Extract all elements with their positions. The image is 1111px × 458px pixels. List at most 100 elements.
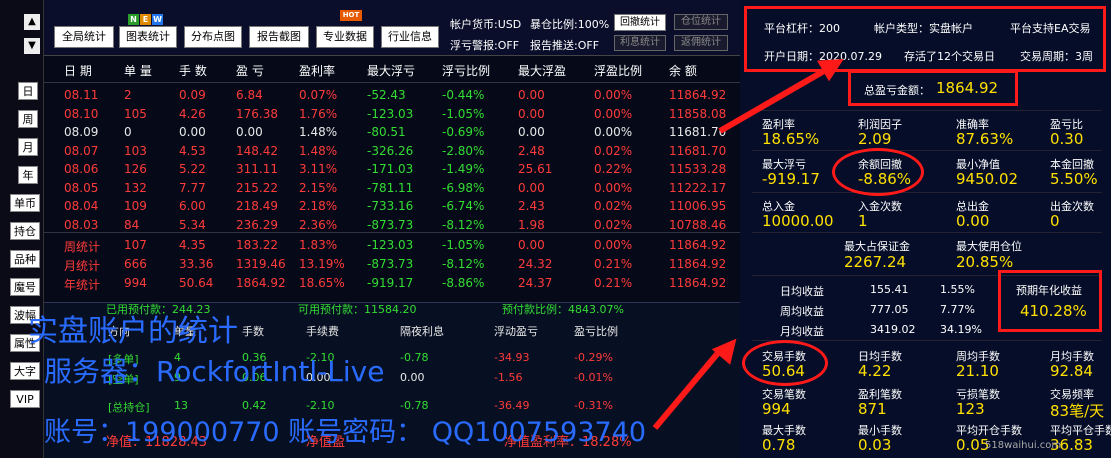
metric-value: 994 (762, 400, 791, 418)
table-cell: -2.80% (442, 143, 485, 158)
side-btn-single-currency[interactable]: 单币 (10, 194, 40, 212)
side-btn-month[interactable]: 月 (18, 138, 38, 156)
income-pct: 1.55% (940, 283, 975, 296)
table-cell: 0.00% (594, 88, 633, 102)
metric-value: 87.63% (956, 130, 1014, 148)
positions-column-header: 隔夜利息 (400, 325, 444, 338)
table-cell: 1.48% (299, 143, 338, 158)
side-btn-vip[interactable]: VIP (10, 390, 40, 408)
table-cell: 84 (124, 217, 140, 232)
side-btn-large-font[interactable]: 大字 (10, 362, 40, 380)
global-stats-button[interactable]: 全局统计 (54, 26, 114, 48)
table-row[interactable]: 08.07 103 4.53 148.42 1.48% -326.26 -2.80% 2.48… (44, 142, 740, 161)
table-cell: 0.00% (594, 125, 633, 139)
table-cell: 126 (124, 162, 147, 176)
table-cell: 0 (124, 125, 132, 139)
divider (752, 192, 1102, 193)
table-cell: 25.61 (518, 162, 553, 176)
table-cell: 0.00 (518, 88, 545, 102)
table-cell: 6.00 (179, 199, 206, 213)
metric-value: 18.65% (762, 130, 820, 148)
table-row[interactable]: 08.09 0 0.00 0.00 1.48% -80.51 -0.69% 0.00 0.00%… (44, 123, 740, 142)
metric-value: 4.22 (858, 362, 892, 380)
table-cell: 0.09 (179, 88, 206, 102)
table-cell: 11681.70 (669, 125, 727, 139)
stats-row[interactable]: 周统计 107 4.35 183.22 1.83% -123.03 -1.05% 0.00 0.… (44, 236, 740, 255)
column-header: 余 额 (669, 64, 697, 78)
table-cell: 11864.92 (669, 238, 727, 252)
table-row[interactable]: 08.11 2 0.09 6.84 0.07% -52.43 -0.44% 0.00 0.00%… (44, 86, 740, 105)
table-row[interactable]: 08.05 132 7.77 215.22 2.15% -781.11 -6.98% 0.00… (44, 179, 740, 198)
stats-row[interactable]: 月统计 666 33.36 1319.46 13.19% -873.73 -8.12% 24.… (44, 255, 740, 274)
table-cell: 103 (124, 143, 147, 158)
side-btn-day[interactable]: 日 (18, 82, 38, 100)
side-btn-year[interactable]: 年 (18, 166, 38, 184)
table-cell: 08.04 (64, 199, 99, 213)
table-cell: 11533.28 (669, 162, 727, 176)
positions-cell: -0.01% (574, 371, 613, 384)
positions-cell: -1.56 (494, 371, 523, 384)
table-row[interactable]: 08.06 126 5.22 311.11 3.11% -171.03 -1.49% 25.6… (44, 160, 740, 179)
metric-value: 0.78 (762, 436, 796, 454)
report-screenshot-button[interactable]: 报告截图 (249, 26, 309, 48)
table-cell: 6.84 (236, 88, 263, 102)
table-cell: 2 (124, 88, 132, 102)
balance-drawdown-circle (832, 148, 924, 196)
table-row[interactable]: 08.10 105 4.26 176.38 1.76% -123.03 -1.05% 0.00… (44, 105, 740, 124)
max-margin-label: 最大占保证金 (844, 240, 910, 253)
table-cell: -52.43 (367, 88, 406, 102)
column-header: 盈 亏 (236, 64, 264, 78)
rebate-stats-button[interactable]: 返佣统计 (674, 35, 728, 51)
table-cell: 994 (124, 276, 147, 290)
hot-badge: HOT (340, 10, 362, 21)
ea-support: 平台支持EA交易 (1010, 22, 1091, 35)
side-btn-week[interactable]: 周 (18, 110, 38, 128)
divider (44, 82, 740, 83)
pro-data-button[interactable]: 专业数据 (316, 26, 374, 48)
scroll-down-arrow-icon[interactable]: ▼ (24, 38, 40, 54)
table-cell: 1.48% (299, 125, 338, 139)
distribution-chart-button[interactable]: 分布点图 (184, 26, 242, 48)
stats-row[interactable]: 年统计 994 50.64 1864.92 18.65% -919.17 -8.86% 24.… (44, 274, 740, 293)
positions-column-header: 浮动盈亏 (494, 325, 538, 338)
table-cell: 0.00% (594, 238, 633, 252)
table-cell: 0.07% (299, 88, 338, 102)
position-stats-button[interactable]: 仓位统计 (674, 14, 728, 30)
column-header: 最大浮盈 (518, 64, 567, 78)
side-btn-magic[interactable]: 魔号 (10, 278, 40, 296)
income-value: 777.05 (870, 303, 909, 316)
drawdown-stats-button[interactable]: 回撤统计 (614, 14, 666, 31)
table-cell: 33.36 (179, 257, 214, 271)
column-header: 盈利率 (299, 64, 336, 78)
table-cell: 1.76% (299, 106, 338, 121)
divider (752, 232, 1102, 233)
table-cell: -781.11 (367, 180, 414, 195)
table-cell: 11681.70 (669, 143, 727, 158)
metric-value: 9450.02 (956, 170, 1019, 188)
metric-value: 871 (858, 400, 887, 418)
table-cell: 08.05 (64, 180, 99, 195)
table-cell: 0.00% (594, 180, 633, 195)
positions-cell: 0.00 (400, 371, 425, 384)
annual-return-value: 410.28% (1020, 302, 1087, 320)
new-badge-n: N (128, 14, 139, 25)
scroll-up-arrow-icon[interactable]: ▲ (24, 14, 40, 30)
side-btn-symbols[interactable]: 品种 (10, 250, 40, 268)
table-cell: 2.18% (299, 199, 338, 213)
table-cell: 08.03 (64, 217, 99, 232)
max-position-label: 最大使用仓位 (956, 240, 1022, 253)
column-header: 最大浮亏 (367, 64, 416, 78)
table-cell: 2.36% (299, 217, 338, 232)
column-header: 手 数 (179, 64, 207, 78)
industry-info-button[interactable]: 行业信息 (381, 26, 439, 48)
table-cell: -123.03 (367, 106, 414, 121)
table-row[interactable]: 08.04 109 6.00 218.49 2.18% -733.16 -6.74% 2.43… (44, 197, 740, 216)
side-btn-positions[interactable]: 持仓 (10, 222, 40, 240)
chart-stats-button[interactable]: 图表统计 (119, 26, 177, 48)
report-push: 报告推送:OFF (530, 39, 600, 52)
interest-stats-button[interactable]: 利息统计 (614, 35, 666, 51)
table-cell: 2.15% (299, 180, 338, 195)
table-cell: 0.00 (518, 180, 545, 195)
platform-leverage: 平台杠杆：200 (764, 22, 840, 35)
overlay-account: 账号：199000770 账号密码： QQ1007593740 (44, 417, 647, 448)
